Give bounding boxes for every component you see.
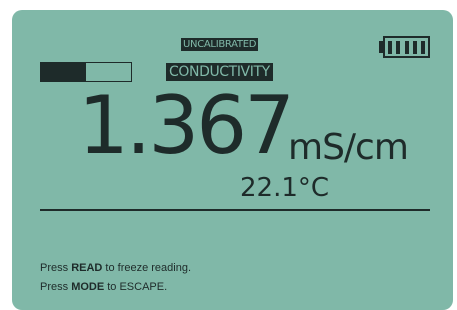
lcd-screen: UNCALIBRATED CONDUCTIVITY 1.367 mS/cm 22… [12, 10, 453, 310]
battery-full-icon [379, 36, 430, 58]
read-key-label: READ [71, 262, 103, 274]
instruction-read-suffix: to freeze reading. [102, 262, 192, 274]
temperature-reading: 22.1°C [240, 173, 330, 203]
battery-segment [396, 40, 401, 54]
conductivity-reading: 1.367 [78, 79, 295, 172]
divider [40, 209, 430, 211]
instruction-mode: Press MODE to ESCAPE. [40, 282, 167, 293]
battery-segment [404, 40, 409, 54]
instruction-read-prefix: Press [40, 262, 72, 274]
instruction-read: Press READ to freeze reading. [40, 263, 191, 274]
battery-segment [421, 40, 425, 54]
instruction-mode-prefix: Press [40, 281, 72, 293]
instruction-mode-suffix: to ESCAPE. [104, 281, 168, 293]
reading-unit: mS/cm [288, 127, 409, 168]
battery-body [383, 36, 430, 58]
battery-segment [388, 40, 392, 54]
mode-key-label: MODE [71, 281, 105, 293]
battery-segment [412, 40, 417, 54]
calibration-status-badge: UNCALIBRATED [181, 38, 259, 51]
